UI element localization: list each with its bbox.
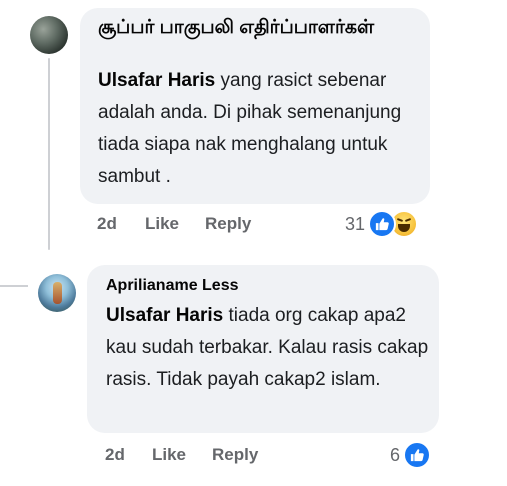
comment-author[interactable]: சூப்பர் பாகுபலி எதிர்ப்பாளர்கள் bbox=[98, 16, 418, 39]
mention-link[interactable]: Ulsafar Haris bbox=[106, 305, 223, 326]
reaction-count: 31 bbox=[345, 213, 366, 234]
like-button[interactable]: Like bbox=[145, 214, 179, 234]
comment-timestamp[interactable]: 2d bbox=[105, 445, 125, 465]
like-icon bbox=[368, 210, 397, 238]
comment-text: Ulsafar Haris tiada org cakap apa2 kau s… bbox=[106, 300, 431, 396]
mention-link[interactable]: Ulsafar Haris bbox=[98, 70, 215, 91]
comment-author[interactable]: Aprilianame Less bbox=[106, 276, 239, 296]
reactions-summary[interactable]: 31 bbox=[345, 210, 419, 238]
reply-button[interactable]: Reply bbox=[205, 214, 251, 234]
avatar[interactable] bbox=[30, 16, 68, 54]
reply-button[interactable]: Reply bbox=[212, 445, 258, 465]
thread-line bbox=[48, 58, 50, 250]
comment-text: Ulsafar Haris yang rasict sebenar adalah… bbox=[98, 65, 418, 193]
reaction-count: 6 bbox=[390, 444, 401, 465]
like-icon bbox=[403, 441, 432, 469]
reply-connector-line bbox=[0, 285, 28, 287]
avatar[interactable] bbox=[38, 274, 76, 312]
like-button[interactable]: Like bbox=[152, 445, 186, 465]
comment-timestamp[interactable]: 2d bbox=[97, 214, 117, 234]
reactions-summary[interactable]: 6 bbox=[390, 441, 432, 469]
